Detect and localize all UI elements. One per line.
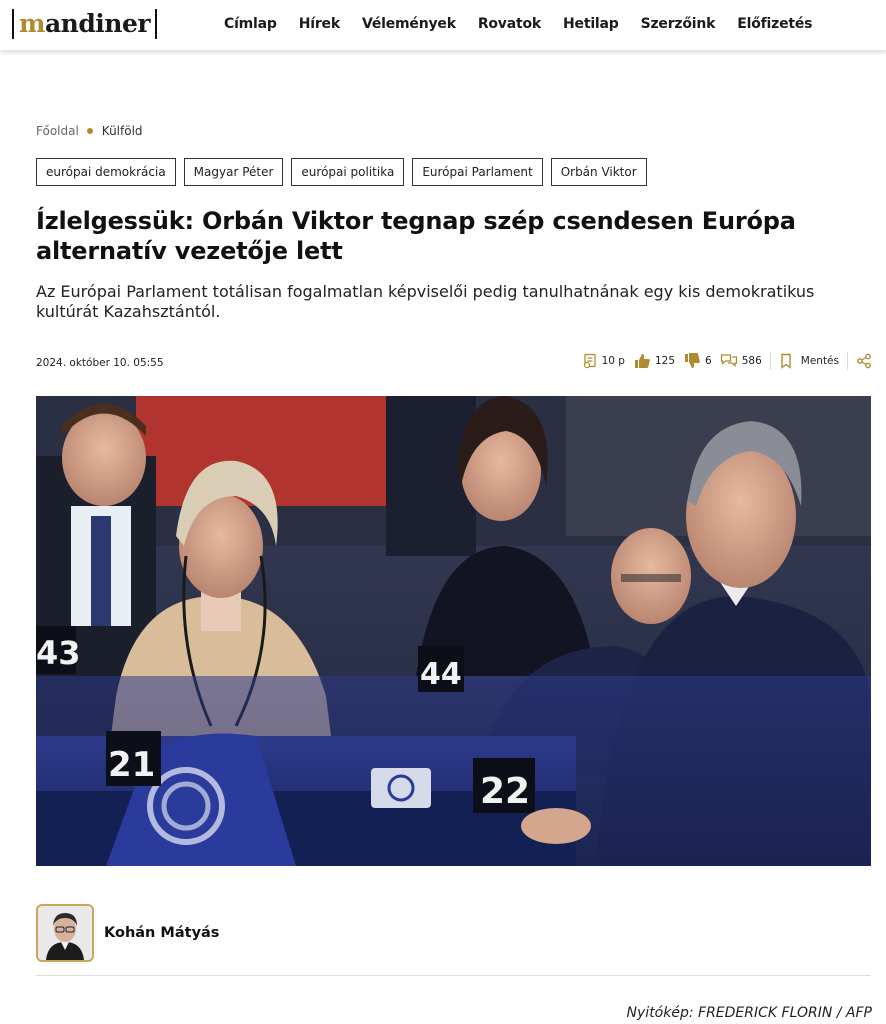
main-nav: Címlap Hírek Vélemények Rovatok Hetilap … xyxy=(224,16,834,32)
nav-item-elofizetes[interactable]: Előfizetés xyxy=(737,16,812,32)
tag-item[interactable]: Magyar Péter xyxy=(183,158,284,186)
tag-item[interactable]: Orbán Viktor xyxy=(550,158,647,186)
hero-illustration: 43 44 21 22 xyxy=(36,396,871,866)
article-lead: Az Európai Parlament totálisan fogalmatl… xyxy=(36,282,815,321)
save-button[interactable]: Mentés xyxy=(779,353,839,369)
thumbs-down-icon xyxy=(685,353,700,368)
reading-time: 10 p xyxy=(582,353,625,369)
dislike-button[interactable]: 6 xyxy=(683,353,712,369)
nav-item-rovatok[interactable]: Rovatok xyxy=(478,16,541,32)
seat-number: 22 xyxy=(480,771,530,812)
nav-item-velemenyek[interactable]: Vélemények xyxy=(362,16,456,32)
breadcrumb-section[interactable]: Külföld xyxy=(102,124,143,138)
tag-item[interactable]: Európai Parlament xyxy=(412,158,543,186)
reading-time-icon xyxy=(583,353,596,369)
nav-item-cimlap[interactable]: Címlap xyxy=(224,16,277,32)
meta-divider xyxy=(847,352,848,370)
meta-divider xyxy=(769,352,771,370)
seat-number: 21 xyxy=(108,745,155,785)
breadcrumb: Főoldal Külföld xyxy=(36,124,143,138)
author-avatar[interactable] xyxy=(36,904,94,962)
nav-item-hetilap[interactable]: Hetilap xyxy=(563,16,619,32)
seat-number: 43 xyxy=(36,634,81,672)
logo-text: mandiner xyxy=(19,9,151,38)
nav-item-hirek[interactable]: Hírek xyxy=(299,16,340,32)
share-icon xyxy=(857,353,871,369)
author-divider xyxy=(36,975,871,976)
hero-image: 43 44 21 22 xyxy=(36,396,871,866)
breadcrumb-separator xyxy=(86,128,93,134)
logo-bar-right xyxy=(155,9,158,39)
seat-number: 44 xyxy=(420,657,462,692)
breadcrumb-home[interactable]: Főoldal xyxy=(36,124,79,138)
tag-item[interactable]: európai demokrácia xyxy=(36,158,176,186)
site-logo[interactable]: mandiner xyxy=(12,8,158,40)
photo-credit: Nyitókép: FREDERICK FLORIN / AFP xyxy=(626,1005,872,1021)
thumbs-up-icon xyxy=(634,354,650,368)
article-title: Ízlelgessük: Orbán Viktor tegnap szép cs… xyxy=(36,207,796,265)
like-button[interactable]: 125 xyxy=(633,353,675,369)
nav-item-szerzoink[interactable]: Szerzőink xyxy=(641,16,716,32)
comments-button[interactable]: 586 xyxy=(720,353,762,369)
tag-list: európai demokrácia Magyar Péter európai … xyxy=(36,158,647,186)
article-meta: 10 p 125 6 586 Mentés xyxy=(574,352,872,370)
comments-icon xyxy=(720,354,737,367)
author-portrait xyxy=(38,906,92,960)
article-date: 2024. október 10. 05:55 xyxy=(36,357,164,369)
author-name[interactable]: Kohán Mátyás xyxy=(104,925,219,941)
tag-item[interactable]: európai politika xyxy=(291,158,405,186)
site-header: mandiner Címlap Hírek Vélemények Rovatok… xyxy=(0,0,886,51)
share-button[interactable] xyxy=(856,353,872,369)
bookmark-icon xyxy=(781,353,791,369)
author-block[interactable]: Kohán Mátyás xyxy=(36,904,219,962)
